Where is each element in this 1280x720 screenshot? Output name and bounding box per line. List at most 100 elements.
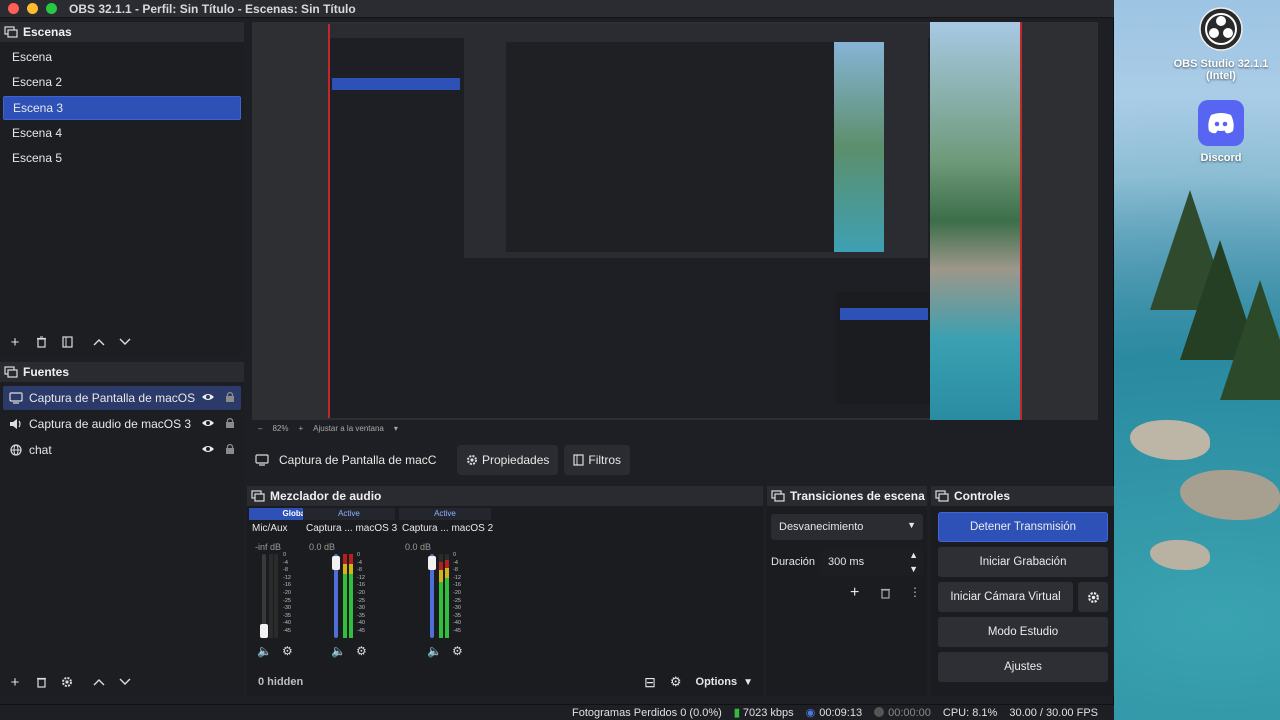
settings-icon[interactable]: ⚙ — [282, 644, 293, 658]
signal-bars-icon: ▮ — [733, 707, 740, 719]
start-recording-button[interactable]: Iniciar Grabación — [938, 547, 1108, 577]
speaker-icon[interactable]: 🔈 — [257, 644, 272, 658]
zoom-in-button[interactable]: + — [298, 424, 303, 433]
stop-stream-button[interactable]: Detener Transmisión — [938, 512, 1108, 542]
visibility-toggle[interactable] — [197, 391, 219, 405]
source-properties-button[interactable] — [54, 671, 80, 693]
remove-source-button[interactable] — [28, 671, 54, 693]
sources-title: Fuentes — [23, 365, 70, 379]
nested-primary-button — [840, 308, 928, 320]
properties-button[interactable]: Propiedades — [457, 445, 559, 475]
move-scene-down-button[interactable] — [112, 331, 138, 353]
move-scene-up-button[interactable] — [86, 331, 112, 353]
scenes-dock-title: Escenas — [0, 22, 244, 42]
source-context-bar: Captura de Pantalla de macC Propiedades … — [247, 444, 1113, 476]
settings-icon[interactable]: ⚙ — [356, 644, 367, 658]
chevron-down-icon[interactable]: ▾ — [394, 424, 398, 433]
trash-icon — [36, 336, 46, 348]
duration-spinbox[interactable]: 300 ms ▲ ▼ — [820, 549, 924, 575]
start-virtual-camera-button[interactable]: Iniciar Cámara Virtual — [938, 582, 1073, 612]
fps-status: 30.00 / 30.00 FPS — [1009, 706, 1098, 719]
sources-dock-title: Fuentes — [0, 362, 244, 382]
desktop-icon-label: OBS Studio 32.1.1 (Intel) — [1173, 58, 1269, 82]
fader-knob[interactable] — [332, 556, 340, 570]
studio-mode-button[interactable]: Modo Estudio — [938, 617, 1108, 647]
chevron-down-icon[interactable]: ▼ — [909, 556, 918, 582]
fader-knob[interactable] — [428, 556, 436, 570]
preview-canvas[interactable] — [252, 22, 1098, 420]
scene-item-selected[interactable]: Escena 3 — [3, 96, 241, 120]
record-icon — [874, 706, 885, 717]
virtual-camera-settings-button[interactable] — [1078, 582, 1108, 612]
audio-mixer-dock: Mezclador de audio Global Mic/Aux -inf d… — [247, 486, 763, 696]
speaker-icon[interactable]: 🔈 — [331, 644, 346, 658]
meter-scale: 0 -4 -8 -12 -16 -20 -25 -30 -35 -40 -45 — [357, 552, 365, 634]
settings-icon[interactable]: ⚙ — [452, 644, 463, 658]
chevron-up-icon — [93, 339, 105, 346]
desktop-icon-discord[interactable]: Discord — [1166, 100, 1276, 164]
visibility-toggle[interactable] — [197, 443, 219, 457]
obs-window: OBS 32.1.1 - Perfil: Sin Título - Escena… — [0, 0, 1114, 720]
move-source-down-button[interactable] — [112, 671, 138, 693]
tree — [1220, 280, 1280, 400]
channel-tag: Active — [303, 508, 395, 520]
source-item[interactable]: chat — [3, 438, 241, 462]
filter-icon — [573, 454, 584, 466]
maximize-window-button[interactable] — [46, 3, 57, 14]
layout-toggle-icon[interactable]: ⊟ — [644, 674, 656, 691]
fader-knob[interactable] — [260, 624, 268, 638]
chevron-down-icon — [119, 678, 131, 685]
nested-inner-screen — [506, 42, 836, 252]
minimize-window-button[interactable] — [27, 3, 38, 14]
scene-item[interactable]: Escena 4 — [3, 121, 241, 145]
scene-item[interactable]: Escena 5 — [3, 146, 241, 170]
add-transition-button[interactable]: + — [850, 584, 859, 602]
lock-toggle[interactable] — [219, 391, 241, 406]
nested-desktop-wallpaper — [930, 22, 1020, 420]
scenes-title: Escenas — [23, 25, 72, 39]
zoom-out-button[interactable]: – — [258, 424, 262, 433]
mixer-settings-icon[interactable]: ⚙ — [670, 674, 682, 690]
transition-select[interactable]: Desvanecimiento ▼ — [771, 514, 923, 540]
mixer-title: Mezclador de audio — [247, 486, 763, 506]
mixer-title-text: Mezclador de audio — [270, 489, 382, 503]
more-options-icon[interactable]: ⋮ — [909, 585, 921, 599]
close-window-button[interactable] — [8, 3, 19, 14]
eye-icon — [202, 420, 214, 426]
chevron-up-icon — [93, 679, 105, 686]
move-source-up-button[interactable] — [86, 671, 112, 693]
scene-item[interactable]: Escena — [3, 45, 241, 69]
add-source-button[interactable]: + — [2, 671, 28, 693]
scene-item[interactable]: Escena 2 — [3, 70, 241, 94]
controls-title-text: Controles — [954, 489, 1011, 503]
speaker-icon[interactable]: 🔈 — [427, 644, 442, 658]
chevron-down-icon[interactable]: ▼ — [743, 677, 753, 688]
level-meter — [445, 554, 449, 638]
lock-toggle[interactable] — [219, 443, 241, 458]
level-meter — [349, 554, 353, 638]
visibility-toggle[interactable] — [197, 417, 219, 431]
fit-to-window-label[interactable]: Ajustar a la ventana — [313, 424, 384, 433]
add-scene-button[interactable]: + — [2, 331, 28, 353]
channel-tag: Active — [399, 508, 491, 520]
desktop-icon-obs[interactable]: OBS Studio 32.1.1 (Intel) — [1166, 6, 1276, 82]
eye-icon — [202, 394, 214, 400]
channel-controls: 🔈 ⚙ — [257, 644, 293, 658]
channel-name: Captura ... macOS 2 — [402, 523, 494, 534]
settings-button[interactable]: Ajustes — [938, 652, 1108, 682]
gear-icon — [467, 455, 477, 465]
mixer-footer: 0 hidden ⊟ ⚙ Options ▼ — [247, 670, 763, 694]
source-item[interactable]: Captura de Pantalla de macOS 2 — [3, 386, 241, 410]
lock-toggle[interactable] — [219, 417, 241, 432]
nested-selection — [332, 78, 460, 90]
channel-db: 0.0 dB — [405, 542, 432, 552]
remove-transition-button[interactable] — [880, 587, 891, 602]
status-bar: Fotogramas Perdidos 0 (0.0%) ▮ 7023 kbps … — [0, 704, 1114, 720]
cpu-usage: CPU: 8.1% — [942, 706, 998, 719]
window-title: OBS 32.1.1 - Perfil: Sin Título - Escena… — [69, 1, 356, 16]
options-button[interactable]: Options — [696, 676, 738, 688]
scene-filters-button[interactable] — [54, 331, 80, 353]
filters-button[interactable]: Filtros — [564, 445, 631, 475]
source-item[interactable]: Captura de audio de macOS 3 — [3, 412, 241, 436]
remove-scene-button[interactable] — [28, 331, 54, 353]
